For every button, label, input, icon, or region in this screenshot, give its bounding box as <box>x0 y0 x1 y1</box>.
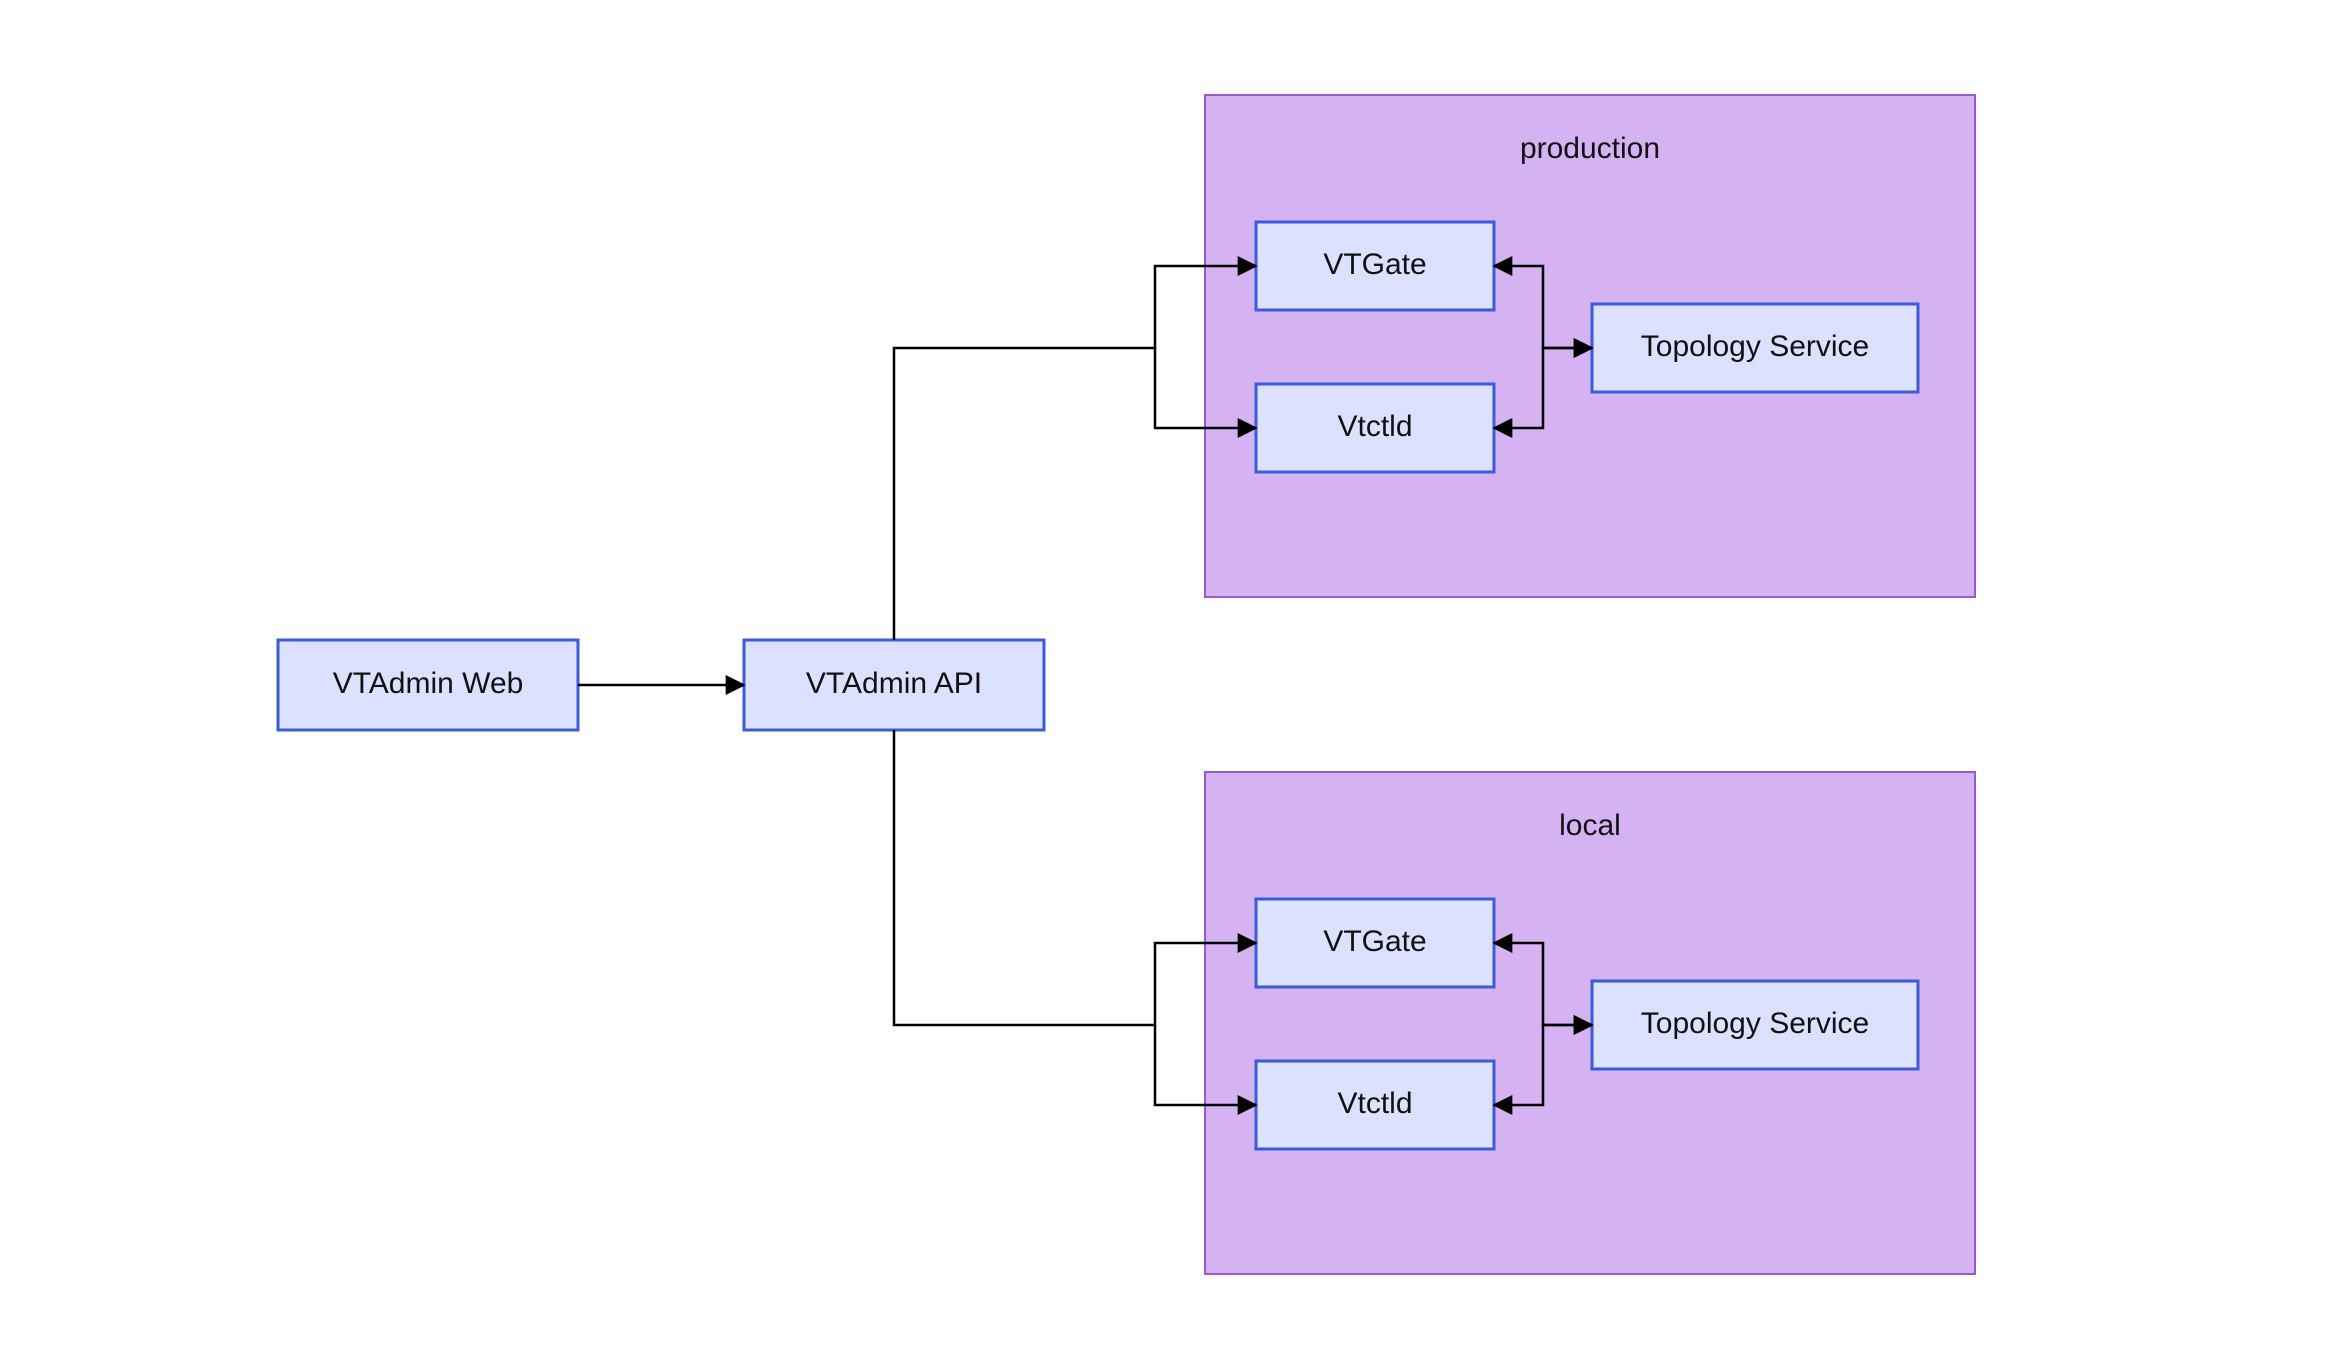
node-production-vtctld-label: Vtctld <box>1337 410 1412 443</box>
edge-api-local-vtgate <box>894 730 1256 1025</box>
node-vtadmin-api: VTAdmin API <box>744 640 1044 730</box>
node-vtadmin-api-label: VTAdmin API <box>806 667 982 700</box>
node-vtadmin-web: VTAdmin Web <box>278 640 578 730</box>
edge-api-production-vtgate <box>894 266 1256 640</box>
node-local-vtgate-label: VTGate <box>1323 925 1426 958</box>
node-production-topo-label: Topology Service <box>1641 330 1869 363</box>
node-production-vtgate-label: VTGate <box>1323 248 1426 281</box>
node-local-topo-label: Topology Service <box>1641 1007 1869 1040</box>
node-production-vtgate: VTGate <box>1256 222 1494 310</box>
node-local-topo: Topology Service <box>1592 981 1918 1069</box>
node-production-topo: Topology Service <box>1592 304 1918 392</box>
cluster-local: local VTGate Vtctld Topology Service <box>1205 772 1975 1274</box>
node-local-vtgate: VTGate <box>1256 899 1494 987</box>
cluster-production: production VTGate Vtctld Topology Servic… <box>1205 95 1975 597</box>
node-vtadmin-web-label: VTAdmin Web <box>333 667 524 700</box>
cluster-local-title: local <box>1559 809 1621 842</box>
cluster-production-title: production <box>1520 132 1660 165</box>
architecture-diagram: production VTGate Vtctld Topology Servic… <box>0 0 2328 1371</box>
node-local-vtctld: Vtctld <box>1256 1061 1494 1149</box>
node-production-vtctld: Vtctld <box>1256 384 1494 472</box>
node-local-vtctld-label: Vtctld <box>1337 1087 1412 1120</box>
